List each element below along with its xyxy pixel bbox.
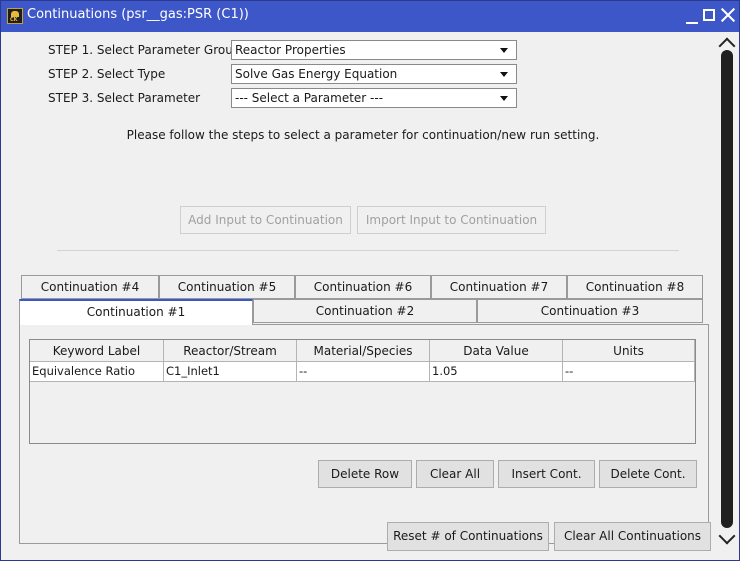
- scroll-down-icon[interactable]: [718, 527, 736, 545]
- vertical-scrollbar[interactable]: [715, 32, 739, 554]
- column-header-material[interactable]: Material/Species: [297, 340, 430, 362]
- tab-continuation-2[interactable]: Continuation #2: [253, 299, 477, 323]
- separator: [57, 250, 679, 251]
- continuation-table: Keyword Label Reactor/Stream Material/Sp…: [29, 339, 696, 444]
- type-value: Solve Gas Energy Equation: [235, 67, 398, 81]
- app-logo-icon: [7, 8, 23, 24]
- tab-continuation-3[interactable]: Continuation #3: [477, 299, 703, 323]
- scroll-thumb[interactable]: [721, 50, 733, 528]
- table-cell-reactor[interactable]: C1_Inlet1: [164, 362, 297, 382]
- tab-continuation-5[interactable]: Continuation #5: [159, 275, 295, 299]
- delete-cont-button[interactable]: Delete Cont.: [599, 460, 697, 488]
- import-input-button[interactable]: Import Input to Continuation: [357, 206, 546, 234]
- column-header-data-value[interactable]: Data Value: [430, 340, 563, 362]
- continuations-window: Continuations (psr__gas:PSR (C1)) STEP 1…: [0, 0, 740, 561]
- minimize-icon[interactable]: [683, 5, 701, 25]
- maximize-icon[interactable]: [701, 5, 719, 25]
- clear-all-continuations-button[interactable]: Clear All Continuations: [554, 522, 711, 551]
- parameter-value: --- Select a Parameter ---: [235, 91, 384, 105]
- type-select[interactable]: Solve Gas Energy Equation: [231, 64, 517, 84]
- column-header-keyword[interactable]: Keyword Label: [30, 340, 164, 362]
- table-cell-units[interactable]: --: [563, 362, 695, 382]
- tab-continuation-1[interactable]: Continuation #1: [19, 299, 253, 325]
- clear-all-button[interactable]: Clear All: [416, 460, 494, 488]
- tab-continuation-7[interactable]: Continuation #7: [431, 275, 567, 299]
- dropdown-arrow-icon: [500, 48, 508, 53]
- parameter-group-value: Reactor Properties: [235, 43, 346, 57]
- column-header-units[interactable]: Units: [563, 340, 695, 362]
- step3-label: STEP 3. Select Parameter: [48, 91, 201, 105]
- column-header-reactor[interactable]: Reactor/Stream: [164, 340, 297, 362]
- tab-continuation-8[interactable]: Continuation #8: [567, 275, 703, 299]
- dropdown-arrow-icon: [500, 72, 508, 77]
- parameter-select[interactable]: --- Select a Parameter ---: [231, 88, 517, 108]
- instruction-label: Please follow the steps to select a para…: [126, 128, 600, 142]
- dropdown-arrow-icon: [500, 96, 508, 101]
- reset-continuations-button[interactable]: Reset # of Continuations: [387, 522, 549, 551]
- tab-continuation-6[interactable]: Continuation #6: [295, 275, 431, 299]
- table-cell-data-value[interactable]: 1.05: [430, 362, 563, 382]
- table-cell-keyword[interactable]: Equivalence Ratio: [30, 362, 164, 382]
- close-icon[interactable]: [719, 5, 737, 25]
- add-input-button[interactable]: Add Input to Continuation: [180, 206, 351, 234]
- window-title: Continuations (psr__gas:PSR (C1)): [27, 7, 249, 22]
- tab-continuation-4[interactable]: Continuation #4: [21, 275, 159, 299]
- delete-row-button[interactable]: Delete Row: [318, 460, 412, 488]
- instruction-text: Please follow the steps to select a para…: [9, 128, 715, 142]
- title-bar[interactable]: Continuations (psr__gas:PSR (C1)): [1, 1, 739, 32]
- table-cell-material[interactable]: --: [297, 362, 430, 382]
- parameter-group-select[interactable]: Reactor Properties: [231, 40, 517, 60]
- insert-cont-button[interactable]: Insert Cont.: [498, 460, 595, 488]
- dialog-content: STEP 1. Select Parameter Group Reactor P…: [9, 32, 715, 554]
- step1-label: STEP 1. Select Parameter Group: [48, 43, 241, 57]
- step2-label: STEP 2. Select Type: [48, 67, 166, 81]
